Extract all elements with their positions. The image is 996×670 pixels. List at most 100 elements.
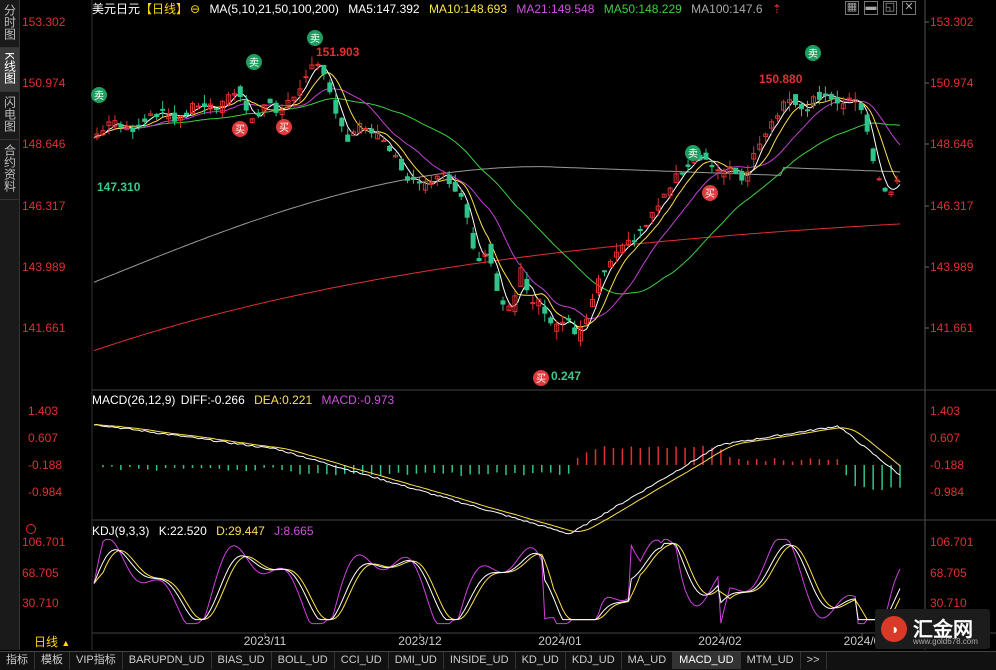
sell-signal-text: 卖 (688, 148, 698, 160)
buy-signal-text: 买 (705, 188, 715, 200)
candle-body (267, 98, 273, 104)
candle-body (548, 317, 554, 324)
ma21-value: MA21:149.548 (516, 2, 595, 16)
candle-body (685, 164, 691, 167)
kdj-label-right: 106.701 (930, 535, 974, 549)
ma100-value: MA100:147.6 (691, 2, 763, 16)
chart-header: 美元日元【日线】 ⊖ MA(5,10,21,50,100,200) MA5:147… (92, 0, 788, 18)
period-selector[interactable]: 日线 ▲ (20, 634, 90, 650)
candle-body (637, 229, 643, 232)
candle-body (303, 76, 309, 79)
candle-body (363, 127, 369, 130)
bottom-tab[interactable]: BARUPDN_UD (123, 652, 212, 669)
close-icon[interactable]: ✕ (902, 1, 916, 15)
candle-body (339, 117, 345, 127)
candle-body (500, 300, 506, 305)
kdj-settings-icon[interactable] (26, 524, 36, 534)
candle-body (572, 327, 578, 335)
candle-body (398, 158, 404, 171)
kdj-label-left: 30.710 (22, 596, 59, 610)
buy-signal-text: 买 (235, 124, 245, 136)
bottom-tab[interactable]: KD_UD (516, 652, 566, 669)
kdj-j-line (93, 538, 901, 625)
bottom-tab[interactable]: CCI_UD (335, 652, 389, 669)
candle-body (631, 240, 637, 243)
kdj-label-left: 106.701 (22, 535, 66, 549)
bottom-tab[interactable]: MTM_UD (741, 652, 801, 669)
up-arrow-icon[interactable]: ⇡ (772, 2, 782, 16)
bottom-tab[interactable]: 指标 (0, 652, 35, 669)
chart-stage[interactable]: 分时图 K线图 闪电图 合约资料 153.302 153.302 150.974 15… (0, 0, 996, 670)
candle-body (703, 152, 709, 160)
candles (94, 56, 900, 347)
kdj-j: J:8.665 (274, 524, 314, 538)
macd-label-right: -0.984 (930, 485, 964, 499)
macd-dea: DEA:0.221 (254, 393, 313, 407)
price-label-right: 150.974 (930, 76, 974, 90)
candle-body (387, 145, 393, 152)
candle-body (494, 273, 500, 291)
macd-label-left: -0.188 (28, 458, 62, 472)
chart-canvas[interactable]: 153.302 153.302 150.974 150.974 148.646 148.6… (0, 0, 996, 669)
period-label: 日线 (34, 635, 59, 649)
candle-body (243, 100, 249, 111)
candle-body (381, 140, 387, 143)
price-label-right: 146.317 (930, 199, 974, 213)
candle-body (488, 243, 494, 264)
bottom-tab[interactable]: KDJ_UD (566, 652, 622, 669)
bottom-tab[interactable]: MACD_UD (673, 652, 741, 669)
candle-body (201, 103, 207, 108)
candle-body (333, 99, 339, 114)
candle-body (446, 174, 452, 185)
triangle-up-icon: ▲ (61, 638, 71, 648)
bottom-tab[interactable]: BOLL_UD (272, 652, 335, 669)
bottom-tab[interactable]: DMI_UD (389, 652, 444, 669)
price-label-right: 143.989 (930, 260, 974, 274)
lock-icon[interactable]: ⊖ (190, 2, 200, 16)
candle-body (834, 96, 840, 104)
kdj-label-right: 30.710 (930, 596, 967, 610)
candle-body (136, 124, 142, 127)
candle-body (410, 176, 416, 181)
macd-label-left: -0.984 (28, 485, 62, 499)
candle-body (530, 302, 536, 305)
recent-high-label: 150.880 (759, 72, 803, 86)
buy-signal-text: 买 (536, 373, 546, 385)
high-price-label: 151.903 (316, 45, 360, 59)
candle-body (184, 112, 190, 116)
candle-body (404, 176, 410, 181)
price-label-left: 143.989 (22, 260, 66, 274)
minimize-icon[interactable]: ▬ (864, 1, 878, 15)
bottom-tab[interactable]: INSIDE_UD (444, 652, 516, 669)
grid-icon[interactable]: ▦ (845, 1, 859, 15)
bottom-tab[interactable]: 模板 (35, 652, 70, 669)
candle-body (804, 109, 810, 112)
candle-body (542, 306, 548, 314)
kdj-label: KDJ(9,3,3) (92, 524, 150, 538)
candle-body (816, 91, 822, 100)
candle-body (130, 127, 136, 132)
candle-body (709, 165, 715, 168)
candle-body (566, 318, 572, 321)
ma5-line (93, 65, 901, 332)
macd-label-right: 0.607 (930, 431, 960, 445)
macd-label-right: -0.188 (930, 458, 964, 472)
logo-url: www.gold678.com (913, 637, 978, 646)
candle-body (118, 123, 124, 128)
restore-icon[interactable]: ◱ (883, 1, 897, 15)
bottom-tab[interactable]: VIP指标 (70, 652, 123, 669)
bottom-tab[interactable]: BIAS_UD (212, 652, 272, 669)
bottom-tab[interactable]: >> (801, 652, 827, 669)
candle-body (458, 193, 464, 197)
kdj-label-left: 68.705 (22, 566, 59, 580)
low-price-label: 0.247 (551, 369, 581, 383)
bottom-tab[interactable]: MA_UD (622, 652, 674, 669)
macd-dea-line (93, 424, 901, 533)
price-label-left: 153.302 (22, 15, 66, 29)
kdj-k: K:22.520 (158, 524, 207, 538)
candle-body (327, 82, 333, 93)
candle-body (416, 181, 422, 184)
ma10-value: MA10:148.693 (428, 2, 507, 16)
price-label-left: 148.646 (22, 137, 66, 151)
candle-body (679, 172, 685, 175)
